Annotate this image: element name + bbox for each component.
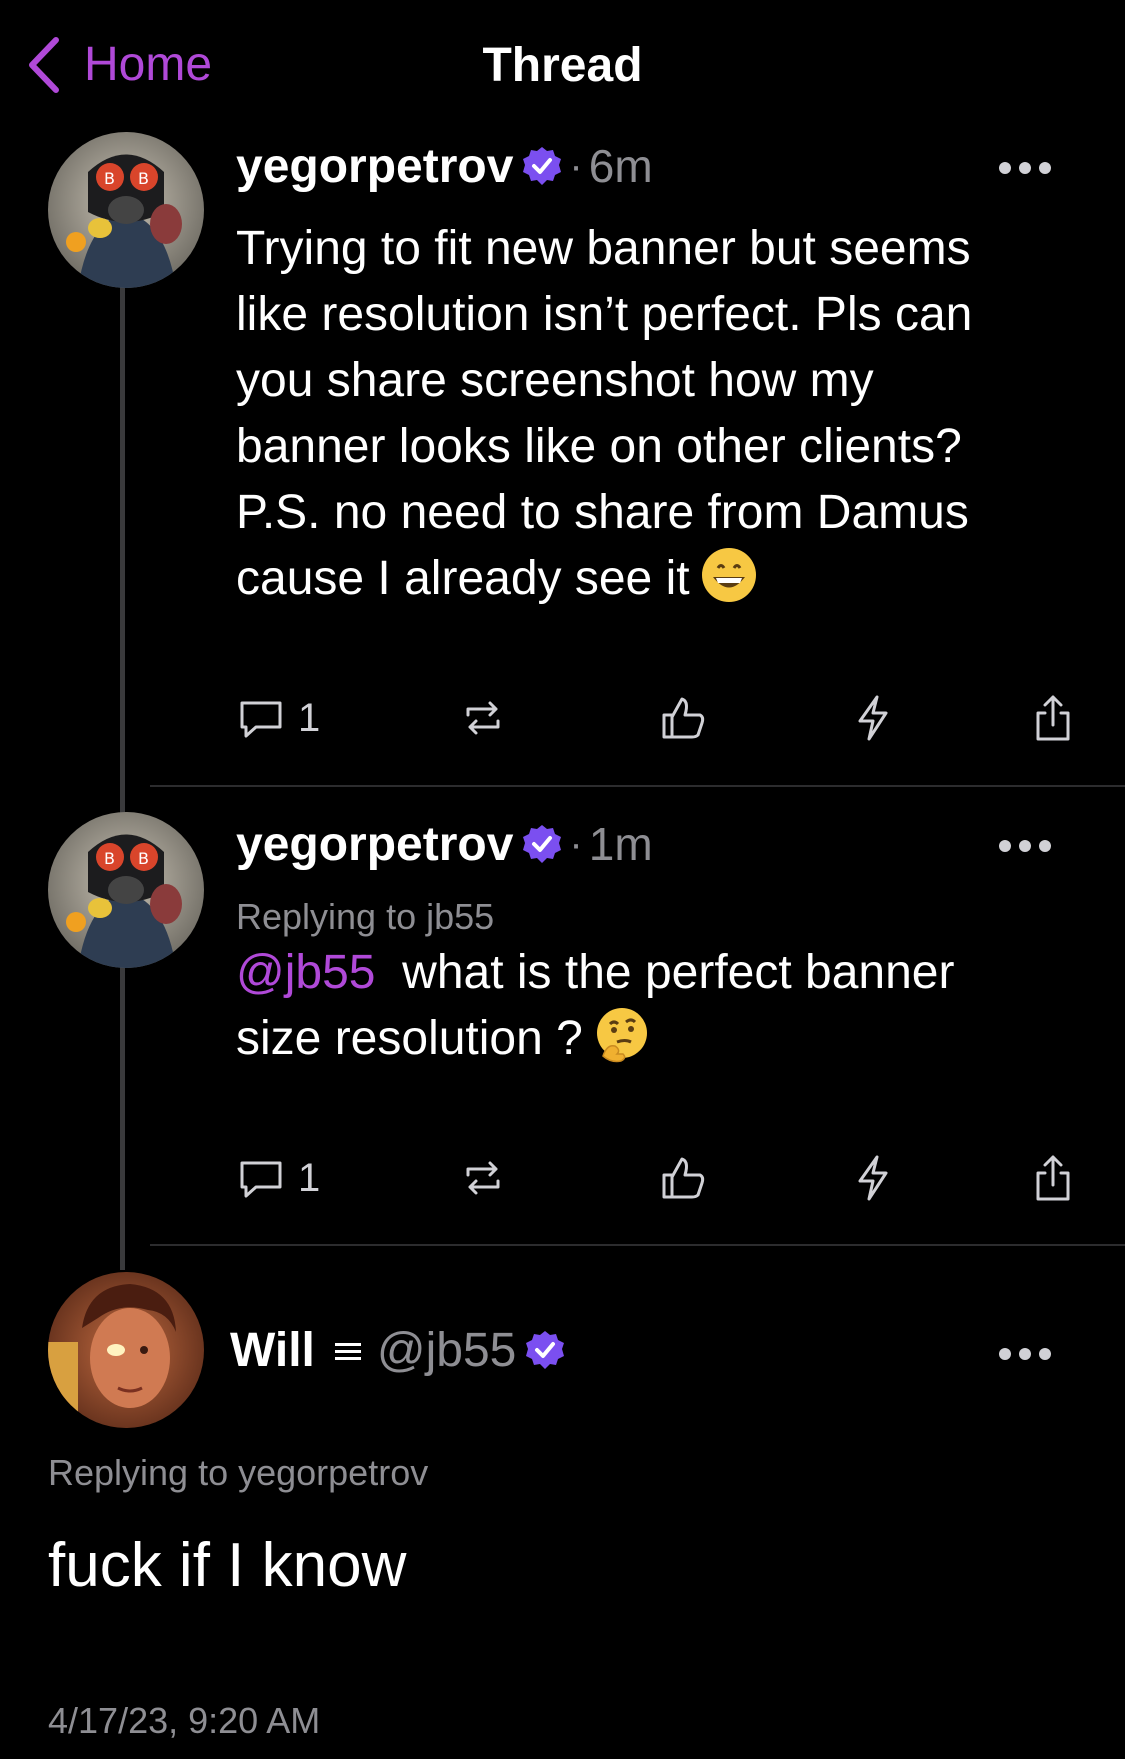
separator-dot: · bbox=[569, 143, 583, 188]
repost-icon bbox=[466, 701, 500, 735]
post-content: @jb55 what is the perfect banner size re… bbox=[236, 940, 1076, 1072]
post-line: Trying to fit new banner but seems bbox=[236, 222, 971, 275]
display-name[interactable]: Will bbox=[230, 1323, 315, 1378]
post-line-text: size resolution ? bbox=[236, 1012, 583, 1065]
username[interactable]: yegorpetrov bbox=[236, 139, 513, 194]
username[interactable]: yegorpetrov bbox=[236, 817, 513, 872]
svg-text:B: B bbox=[138, 849, 149, 868]
zap-button[interactable] bbox=[848, 688, 898, 748]
zap-icon bbox=[858, 695, 888, 741]
reply-icon bbox=[240, 1161, 282, 1198]
zap-icon bbox=[858, 1155, 888, 1201]
menu-icon bbox=[334, 1343, 361, 1360]
post-line-last: cause I already see it bbox=[236, 546, 1076, 612]
grinning-face-emoji-icon bbox=[701, 548, 756, 602]
post-timestamp: 4/17/23, 9:20 AM bbox=[48, 1700, 321, 1741]
like-button[interactable] bbox=[658, 1148, 708, 1208]
reply-button[interactable]: 1 bbox=[236, 1148, 320, 1208]
post-line: @jb55 what is the perfect banner bbox=[236, 940, 1076, 1006]
post-line: cause I already see it bbox=[236, 552, 690, 605]
post-header: Will @jb55 bbox=[230, 1320, 566, 1380]
svg-text:B: B bbox=[104, 849, 115, 868]
share-icon bbox=[1036, 695, 1070, 741]
more-icon[interactable] bbox=[999, 840, 1051, 854]
post-time: 6m bbox=[588, 140, 653, 192]
reply-icon bbox=[240, 701, 282, 738]
like-icon bbox=[662, 1157, 705, 1199]
main-post-text: fuck if I know bbox=[48, 1531, 407, 1600]
post-actions: 1 bbox=[236, 1148, 1076, 1208]
page-title: Thread bbox=[0, 38, 1125, 93]
reply-count: 1 bbox=[298, 1155, 321, 1200]
replying-to-label: Replying to jb55 bbox=[236, 896, 495, 937]
post-time: 1m bbox=[588, 818, 653, 870]
post-line-text: what is the perfect banner bbox=[402, 946, 955, 999]
post-line: size resolution ? bbox=[236, 1006, 1076, 1072]
navigation-bar: Home Thread bbox=[0, 0, 1125, 120]
avatar[interactable] bbox=[48, 1272, 204, 1428]
post-line: banner looks like on other clients? bbox=[236, 420, 962, 473]
verified-badge-icon bbox=[523, 147, 562, 185]
svg-text:B: B bbox=[104, 169, 115, 188]
post-line: you share screenshot how my bbox=[236, 354, 874, 407]
reply-button[interactable]: 1 bbox=[236, 688, 320, 748]
more-icon[interactable] bbox=[999, 1348, 1051, 1362]
verified-badge-icon bbox=[523, 825, 562, 863]
like-icon bbox=[662, 697, 705, 739]
post-header: yegorpetrov · 6m bbox=[236, 136, 653, 196]
post-header: yegorpetrov · 1m bbox=[236, 814, 653, 874]
mention-link[interactable]: @jb55 bbox=[236, 946, 375, 999]
repost-button[interactable] bbox=[458, 688, 508, 748]
repost-icon bbox=[466, 1161, 500, 1195]
share-button[interactable] bbox=[1028, 688, 1078, 748]
thinking-face-emoji-icon bbox=[596, 1008, 647, 1063]
avatar[interactable]: B B bbox=[48, 812, 204, 968]
repost-button[interactable] bbox=[458, 1148, 508, 1208]
share-button[interactable] bbox=[1028, 1148, 1078, 1208]
verified-badge-icon bbox=[526, 1331, 565, 1369]
share-icon bbox=[1036, 1155, 1070, 1201]
svg-text:B: B bbox=[138, 169, 149, 188]
avatar[interactable]: B B bbox=[48, 132, 204, 288]
thread-connector-line bbox=[120, 270, 125, 1270]
replying-to-label: Replying to yegorpetrov bbox=[48, 1452, 429, 1493]
post-line: like resolution isn’t perfect. Pls can bbox=[236, 288, 973, 341]
divider bbox=[150, 1244, 1125, 1246]
post-line: P.S. no need to share from Damus bbox=[236, 486, 969, 539]
separator-dot: · bbox=[569, 821, 583, 866]
divider bbox=[150, 785, 1125, 787]
post-actions: 1 bbox=[236, 688, 1076, 748]
zap-button[interactable] bbox=[848, 1148, 898, 1208]
post-content: Trying to fit new banner but seems like … bbox=[236, 216, 1076, 612]
user-handle[interactable]: @jb55 bbox=[377, 1323, 516, 1378]
more-icon[interactable] bbox=[999, 162, 1051, 176]
page-title-text: Thread bbox=[482, 39, 643, 92]
like-button[interactable] bbox=[658, 688, 708, 748]
reply-count: 1 bbox=[298, 695, 321, 740]
